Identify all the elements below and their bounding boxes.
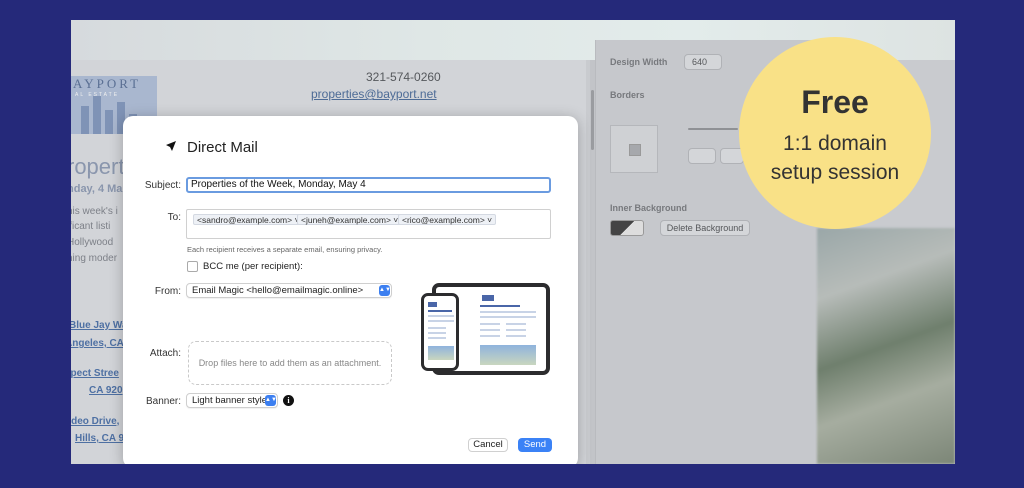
from-select[interactable]: Email Magic <hello@emailmagic.online> ▲▼ bbox=[186, 283, 392, 298]
banner-value: Light banner style bbox=[192, 395, 267, 406]
attach-label: Attach: bbox=[149, 348, 181, 359]
send-arrow-icon bbox=[166, 141, 176, 151]
badge-headline: Free bbox=[801, 84, 869, 120]
body-line: ning moder bbox=[71, 253, 118, 264]
chevron-updown-icon: ▲▼ bbox=[379, 285, 391, 296]
address-link[interactable]: Blue Jay Wa bbox=[71, 320, 128, 331]
inner-background-label: Inner Background bbox=[610, 203, 688, 213]
address-link[interactable]: CA 920 bbox=[89, 385, 123, 396]
address-link[interactable]: spect Stree bbox=[71, 368, 119, 379]
logo-subtitle: AL ESTATE bbox=[75, 92, 120, 98]
direct-mail-dialog: Direct Mail Subject: Properties of the W… bbox=[123, 116, 578, 464]
badge-line-1: 1:1 domain bbox=[783, 132, 887, 155]
bcc-label: BCC me (per recipient): bbox=[203, 261, 303, 272]
border-selector-grid[interactable] bbox=[610, 125, 658, 173]
recipients-field[interactable]: <sandro@example.com> ˅ <juneh@example.co… bbox=[186, 209, 551, 239]
subject-label: Subject: bbox=[144, 180, 181, 191]
design-width-stepper[interactable]: 640 bbox=[684, 54, 722, 70]
info-icon[interactable]: i bbox=[283, 395, 294, 406]
dialog-title: Direct Mail bbox=[187, 139, 258, 156]
send-button[interactable]: Send bbox=[518, 438, 552, 452]
borders-label: Borders bbox=[610, 90, 645, 100]
from-label: From: bbox=[154, 286, 181, 297]
border-color-well[interactable] bbox=[688, 148, 716, 164]
contact-email-link[interactable]: properties@bayport.net bbox=[311, 87, 437, 101]
property-photo bbox=[817, 228, 955, 464]
recipient-chip[interactable]: <juneh@example.com> ˅ bbox=[297, 214, 403, 225]
recipient-chip[interactable]: <rico@example.com> ˅ bbox=[398, 214, 497, 225]
bcc-checkbox[interactable] bbox=[187, 261, 198, 272]
page-scrollbar-thumb[interactable] bbox=[591, 90, 594, 150]
address-link[interactable]: Hills, CA 9 bbox=[75, 433, 124, 444]
border-center-box[interactable] bbox=[629, 144, 641, 156]
delete-background-button[interactable]: Delete Background bbox=[660, 220, 750, 236]
cancel-button[interactable]: Cancel bbox=[468, 438, 508, 452]
from-value: Email Magic <hello@emailmagic.online> bbox=[192, 285, 364, 296]
badge-line-2: setup session bbox=[770, 161, 900, 184]
contact-phone: 321-574-0260 bbox=[366, 70, 441, 84]
body-line: his week's i bbox=[71, 206, 118, 217]
border-style-line[interactable] bbox=[688, 128, 738, 130]
address-link[interactable]: odeo Drive, bbox=[71, 416, 119, 427]
banner-select[interactable]: Light banner style ▲▼ bbox=[186, 393, 278, 408]
page-date: nday, 4 Ma bbox=[71, 183, 123, 195]
privacy-hint: Each recipient receives a separate email… bbox=[187, 245, 383, 254]
attachment-drop-zone[interactable]: Drop files here to add them as an attach… bbox=[188, 341, 392, 385]
body-line: ificant listi bbox=[71, 221, 111, 232]
recipient-chip[interactable]: <sandro@example.com> ˅ bbox=[193, 214, 304, 225]
design-width-label: Design Width bbox=[610, 57, 668, 67]
page-heading: ropert bbox=[71, 154, 125, 179]
inner-background-swatch[interactable] bbox=[610, 220, 644, 236]
promo-badge: Free 1:1 domain setup session bbox=[739, 37, 931, 229]
logo-wordmark: AYPORT bbox=[73, 76, 142, 91]
body-line: Hollywood bbox=[71, 237, 114, 248]
chevron-updown-icon: ▲▼ bbox=[265, 395, 277, 406]
address-link[interactable]: Angeles, CA bbox=[71, 338, 124, 349]
phone-preview bbox=[421, 293, 459, 371]
design-width-value: 640 bbox=[691, 57, 707, 67]
subject-input[interactable]: Properties of the Week, Monday, May 4 bbox=[186, 177, 551, 193]
to-label: To: bbox=[167, 212, 181, 223]
banner-label: Banner: bbox=[145, 396, 181, 407]
